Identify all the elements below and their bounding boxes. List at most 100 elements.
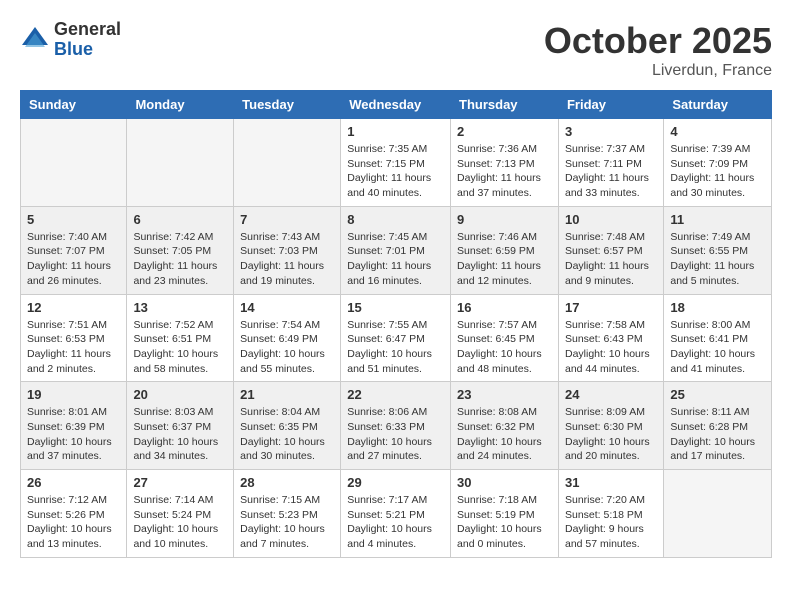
day-info: Sunrise: 8:01 AM Sunset: 6:39 PM Dayligh…: [27, 405, 120, 464]
calendar-cell: 15 Sunrise: 7:55 AM Sunset: 6:47 PM Dayli…: [341, 294, 451, 382]
day-info: Sunrise: 7:42 AM Sunset: 7:05 PM Dayligh…: [133, 230, 227, 289]
day-number: 8: [347, 212, 444, 227]
calendar-week-row: 1 Sunrise: 7:35 AM Sunset: 7:15 PM Daylig…: [21, 119, 772, 207]
day-info: Sunrise: 7:58 AM Sunset: 6:43 PM Dayligh…: [565, 318, 657, 377]
day-info: Sunrise: 7:51 AM Sunset: 6:53 PM Dayligh…: [27, 318, 120, 377]
day-info: Sunrise: 7:12 AM Sunset: 5:26 PM Dayligh…: [27, 493, 120, 552]
month-title: October 2025: [544, 20, 772, 62]
day-number: 6: [133, 212, 227, 227]
day-number: 4: [670, 124, 765, 139]
day-info: Sunrise: 7:55 AM Sunset: 6:47 PM Dayligh…: [347, 318, 444, 377]
calendar-cell: 5Sunrise: 7:40 AM Sunset: 7:07 PM Daylig…: [21, 206, 127, 294]
day-number: 5: [27, 212, 120, 227]
calendar-cell: 13Sunrise: 7:52 AM Sunset: 6:51 PM Dayli…: [127, 294, 234, 382]
day-info: Sunrise: 7:48 AM Sunset: 6:57 PM Dayligh…: [565, 230, 657, 289]
weekday-header: Monday: [127, 91, 234, 119]
calendar-cell: 19 Sunrise: 8:01 AM Sunset: 6:39 PM Dayli…: [21, 382, 127, 470]
day-number: 26: [27, 475, 120, 490]
calendar-cell: 1 Sunrise: 7:35 AM Sunset: 7:15 PM Daylig…: [341, 119, 451, 207]
logo-general-text: General: [54, 20, 121, 40]
day-info: Sunrise: 8:00 AM Sunset: 6:41 PM Dayligh…: [670, 318, 765, 377]
day-number: 16: [457, 300, 552, 315]
day-number: 24: [565, 387, 657, 402]
calendar-cell: 20 Sunrise: 8:03 AM Sunset: 6:37 PM Dayli…: [127, 382, 234, 470]
calendar-week-row: 12 Sunrise: 7:51 AM Sunset: 6:53 PM Dayli…: [21, 294, 772, 382]
day-number: 15: [347, 300, 444, 315]
calendar-cell: 16 Sunrise: 7:57 AM Sunset: 6:45 PM Dayli…: [451, 294, 559, 382]
day-number: 30: [457, 475, 552, 490]
day-number: 3: [565, 124, 657, 139]
day-number: 29: [347, 475, 444, 490]
day-number: 10: [565, 212, 657, 227]
location-title: Liverdun, France: [544, 62, 772, 80]
day-info: Sunrise: 8:03 AM Sunset: 6:37 PM Dayligh…: [133, 405, 227, 464]
calendar-cell: 7 Sunrise: 7:43 AM Sunset: 7:03 PM Daylig…: [234, 206, 341, 294]
calendar-cell: 17 Sunrise: 7:58 AM Sunset: 6:43 PM Dayli…: [558, 294, 663, 382]
day-info: Sunrise: 8:04 AM Sunset: 6:35 PM Dayligh…: [240, 405, 334, 464]
day-info: Sunrise: 7:39 AM Sunset: 7:09 PM Dayligh…: [670, 142, 765, 201]
calendar-cell: 29 Sunrise: 7:17 AM Sunset: 5:21 PM Dayli…: [341, 470, 451, 558]
day-number: 23: [457, 387, 552, 402]
weekday-header: Friday: [558, 91, 663, 119]
weekday-header: Tuesday: [234, 91, 341, 119]
calendar-cell: 22 Sunrise: 8:06 AM Sunset: 6:33 PM Dayli…: [341, 382, 451, 470]
day-number: 25: [670, 387, 765, 402]
logo: General Blue: [20, 20, 121, 60]
calendar-cell: 3Sunrise: 7:37 AM Sunset: 7:11 PM Daylig…: [558, 119, 663, 207]
day-number: 13: [133, 300, 227, 315]
calendar-cell: 14Sunrise: 7:54 AM Sunset: 6:49 PM Dayli…: [234, 294, 341, 382]
calendar-cell: 26 Sunrise: 7:12 AM Sunset: 5:26 PM Dayli…: [21, 470, 127, 558]
calendar-week-row: 5Sunrise: 7:40 AM Sunset: 7:07 PM Daylig…: [21, 206, 772, 294]
day-info: Sunrise: 7:49 AM Sunset: 6:55 PM Dayligh…: [670, 230, 765, 289]
day-number: 9: [457, 212, 552, 227]
calendar-cell: 10 Sunrise: 7:48 AM Sunset: 6:57 PM Dayli…: [558, 206, 663, 294]
day-info: Sunrise: 7:43 AM Sunset: 7:03 PM Dayligh…: [240, 230, 334, 289]
day-info: Sunrise: 7:15 AM Sunset: 5:23 PM Dayligh…: [240, 493, 334, 552]
calendar-cell: 30Sunrise: 7:18 AM Sunset: 5:19 PM Dayli…: [451, 470, 559, 558]
day-info: Sunrise: 8:08 AM Sunset: 6:32 PM Dayligh…: [457, 405, 552, 464]
day-number: 14: [240, 300, 334, 315]
day-info: Sunrise: 8:06 AM Sunset: 6:33 PM Dayligh…: [347, 405, 444, 464]
day-number: 7: [240, 212, 334, 227]
calendar-cell: [127, 119, 234, 207]
calendar-cell: 11 Sunrise: 7:49 AM Sunset: 6:55 PM Dayli…: [664, 206, 772, 294]
day-info: Sunrise: 7:17 AM Sunset: 5:21 PM Dayligh…: [347, 493, 444, 552]
calendar-cell: [21, 119, 127, 207]
calendar-cell: [664, 470, 772, 558]
day-number: 18: [670, 300, 765, 315]
calendar-cell: 28 Sunrise: 7:15 AM Sunset: 5:23 PM Dayli…: [234, 470, 341, 558]
day-number: 28: [240, 475, 334, 490]
day-number: 19: [27, 387, 120, 402]
day-info: Sunrise: 8:11 AM Sunset: 6:28 PM Dayligh…: [670, 405, 765, 464]
calendar-cell: 24 Sunrise: 8:09 AM Sunset: 6:30 PM Dayli…: [558, 382, 663, 470]
day-number: 1: [347, 124, 444, 139]
calendar-cell: 9 Sunrise: 7:46 AM Sunset: 6:59 PM Daylig…: [451, 206, 559, 294]
day-info: Sunrise: 8:09 AM Sunset: 6:30 PM Dayligh…: [565, 405, 657, 464]
day-number: 17: [565, 300, 657, 315]
calendar-cell: 27Sunrise: 7:14 AM Sunset: 5:24 PM Dayli…: [127, 470, 234, 558]
day-info: Sunrise: 7:45 AM Sunset: 7:01 PM Dayligh…: [347, 230, 444, 289]
day-number: 12: [27, 300, 120, 315]
calendar-week-row: 26 Sunrise: 7:12 AM Sunset: 5:26 PM Dayli…: [21, 470, 772, 558]
calendar-cell: 6 Sunrise: 7:42 AM Sunset: 7:05 PM Daylig…: [127, 206, 234, 294]
calendar-cell: 4 Sunrise: 7:39 AM Sunset: 7:09 PM Daylig…: [664, 119, 772, 207]
day-info: Sunrise: 7:35 AM Sunset: 7:15 PM Dayligh…: [347, 142, 444, 201]
calendar-cell: 12 Sunrise: 7:51 AM Sunset: 6:53 PM Dayli…: [21, 294, 127, 382]
day-info: Sunrise: 7:57 AM Sunset: 6:45 PM Dayligh…: [457, 318, 552, 377]
calendar: SundayMondayTuesdayWednesdayThursdayFrid…: [20, 90, 772, 558]
day-number: 21: [240, 387, 334, 402]
calendar-week-row: 19 Sunrise: 8:01 AM Sunset: 6:39 PM Dayli…: [21, 382, 772, 470]
page-header: General Blue October 2025 Liverdun, Fran…: [20, 20, 772, 80]
day-number: 22: [347, 387, 444, 402]
logo-icon: [20, 25, 50, 55]
calendar-cell: 23 Sunrise: 8:08 AM Sunset: 6:32 PM Dayli…: [451, 382, 559, 470]
day-info: Sunrise: 7:36 AM Sunset: 7:13 PM Dayligh…: [457, 142, 552, 201]
calendar-cell: 18 Sunrise: 8:00 AM Sunset: 6:41 PM Dayli…: [664, 294, 772, 382]
calendar-cell: 21 Sunrise: 8:04 AM Sunset: 6:35 PM Dayli…: [234, 382, 341, 470]
title-block: October 2025 Liverdun, France: [544, 20, 772, 80]
weekday-header: Sunday: [21, 91, 127, 119]
day-number: 20: [133, 387, 227, 402]
day-info: Sunrise: 7:46 AM Sunset: 6:59 PM Dayligh…: [457, 230, 552, 289]
day-info: Sunrise: 7:20 AM Sunset: 5:18 PM Dayligh…: [565, 493, 657, 552]
day-number: 11: [670, 212, 765, 227]
